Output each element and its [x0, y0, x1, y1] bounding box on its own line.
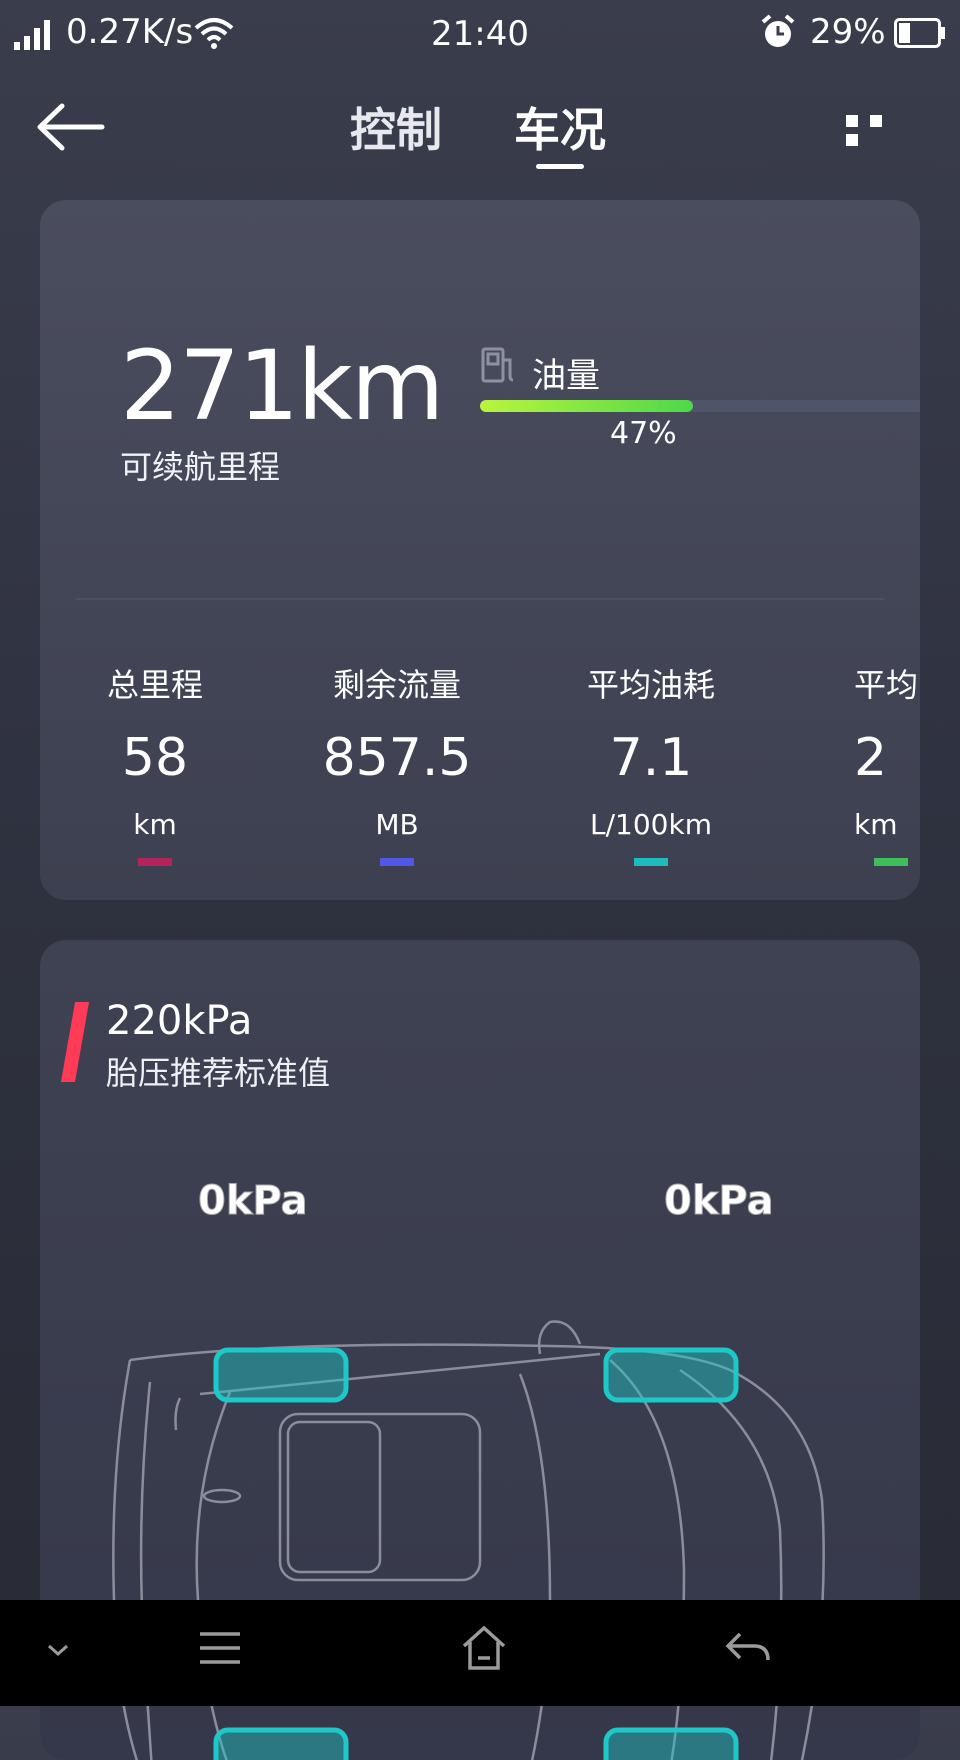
status-bar: 0.27K/s 21:40 29%	[0, 0, 960, 70]
stat-total-mileage[interactable]: 总里程 58 km	[40, 660, 270, 866]
stat-value: 857.5	[322, 728, 472, 788]
fuel-percent: 47%	[610, 416, 677, 451]
battery-percent: 29%	[810, 12, 886, 52]
stat-value: 2	[854, 728, 888, 788]
front-left-tire-pressure: 0kPa	[198, 1178, 309, 1225]
stat-color-bar	[380, 858, 414, 866]
stat-color-bar	[634, 858, 668, 866]
front-right-tire-pressure: 0kPa	[664, 1178, 775, 1225]
stat-unit: km	[854, 808, 898, 841]
return-icon[interactable]	[724, 1628, 772, 1668]
tab-vehicle-status[interactable]: 车况	[514, 94, 606, 160]
stat-color-bar	[874, 858, 908, 866]
stat-label: 剩余流量	[332, 666, 461, 704]
alarm-icon	[761, 14, 795, 47]
stat-unit: L/100km	[590, 808, 712, 841]
tire-accent-stripe	[60, 1002, 90, 1082]
stat-unit: MB	[375, 808, 419, 841]
active-tab-indicator	[536, 164, 584, 169]
chevron-down-icon[interactable]	[46, 1640, 70, 1660]
recommended-pressure-value: 220kPa	[106, 998, 253, 1044]
stat-value: 7.1	[609, 728, 693, 788]
back-arrow-icon[interactable]	[36, 102, 106, 152]
fuel-pump-icon	[481, 347, 514, 383]
stat-label: 平均油耗	[586, 666, 715, 704]
battery-icon	[894, 18, 945, 48]
range-label: 可续航里程	[120, 448, 281, 486]
range-value: 271km	[120, 330, 444, 442]
fuel-level-fill	[480, 400, 694, 412]
menu-icon[interactable]	[196, 1628, 244, 1668]
stat-color-bar	[138, 858, 172, 866]
stat-value: 58	[121, 728, 189, 788]
top-nav: 控制 车况	[0, 80, 960, 180]
tab-control[interactable]: 控制	[350, 94, 442, 160]
stat-remaining-data[interactable]: 剩余流量 857.5 MB	[282, 660, 512, 866]
stat-avg-partial[interactable]: 平均 2 km	[784, 660, 920, 866]
divider	[76, 598, 884, 600]
recommended-pressure-label: 胎压推荐标准值	[106, 1054, 331, 1092]
stat-label: 总里程	[106, 666, 203, 704]
home-icon[interactable]	[460, 1624, 508, 1672]
stat-label: 平均	[854, 666, 919, 704]
more-dots-icon[interactable]	[846, 112, 912, 146]
stat-unit: km	[133, 808, 177, 841]
system-nav-bar	[0, 1600, 960, 1706]
stat-avg-fuel-consumption[interactable]: 平均油耗 7.1 L/100km	[536, 660, 766, 866]
fuel-label: 油量	[532, 356, 600, 396]
fuel-level-bar	[480, 400, 920, 412]
vehicle-overview-card: 271km 可续航里程 油量 47% 总里程 58 km 剩余流量 857.5 …	[40, 200, 920, 900]
